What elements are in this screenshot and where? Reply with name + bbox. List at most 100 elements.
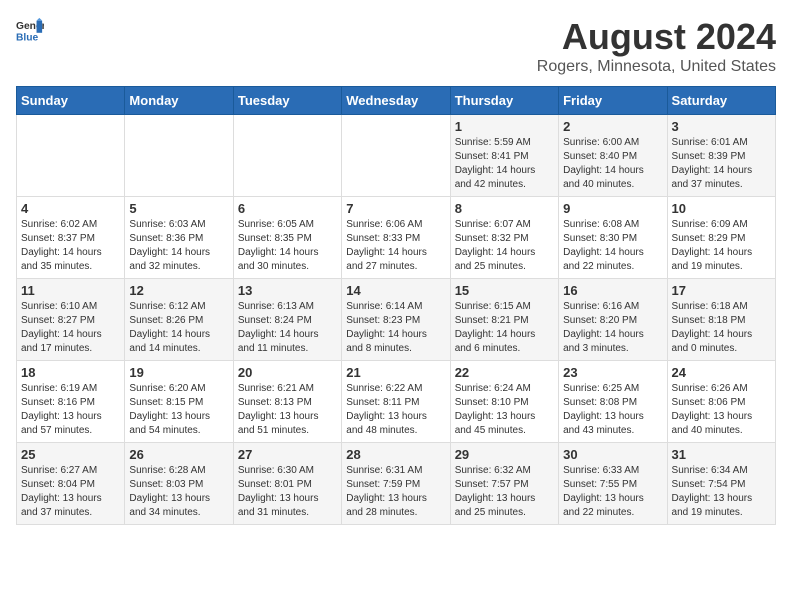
day-info: Sunrise: 6:00 AM Sunset: 8:40 PM Dayligh… xyxy=(563,136,662,192)
day-info: Sunrise: 6:03 AM Sunset: 8:36 PM Dayligh… xyxy=(129,218,228,274)
logo-icon: General Blue xyxy=(16,16,44,44)
day-number: 5 xyxy=(129,201,228,216)
header-tuesday: Tuesday xyxy=(233,87,341,115)
day-info: Sunrise: 6:10 AM Sunset: 8:27 PM Dayligh… xyxy=(21,300,120,356)
day-number: 17 xyxy=(672,283,771,298)
svg-text:Blue: Blue xyxy=(16,32,39,43)
day-info: Sunrise: 6:14 AM Sunset: 8:23 PM Dayligh… xyxy=(346,300,445,356)
calendar-cell: 19 Sunrise: 6:20 AM Sunset: 8:15 PM Dayli… xyxy=(125,361,233,443)
day-number: 31 xyxy=(672,447,771,462)
header-sunday: Sunday xyxy=(17,87,125,115)
calendar-week-row: 18Sunrise: 6:19 AM Sunset: 8:16 PM Dayli… xyxy=(17,361,776,443)
day-info: Sunrise: 6:06 AM Sunset: 8:33 PM Dayligh… xyxy=(346,218,445,274)
calendar-cell: 26 Sunrise: 6:28 AM Sunset: 8:03 PM Dayli… xyxy=(125,443,233,525)
calendar-cell: 22 Sunrise: 6:24 AM Sunset: 8:10 PM Dayli… xyxy=(450,361,558,443)
calendar-cell: 8Sunrise: 6:07 AM Sunset: 8:32 PM Daylig… xyxy=(450,197,558,279)
day-number: 16 xyxy=(563,283,662,298)
day-info: Sunrise: 6:22 AM Sunset: 8:11 PM Dayligh… xyxy=(346,382,445,438)
calendar-cell: 12 Sunrise: 6:12 AM Sunset: 8:26 PM Dayli… xyxy=(125,279,233,361)
day-number: 27 xyxy=(238,447,337,462)
day-number: 26 xyxy=(129,447,228,462)
calendar-cell xyxy=(125,115,233,197)
day-number: 9 xyxy=(563,201,662,216)
calendar-cell: 21 Sunrise: 6:22 AM Sunset: 8:11 PM Dayli… xyxy=(342,361,450,443)
day-info: Sunrise: 6:01 AM Sunset: 8:39 PM Dayligh… xyxy=(672,136,771,192)
calendar-cell: 7 Sunrise: 6:06 AM Sunset: 8:33 PM Daylig… xyxy=(342,197,450,279)
day-info: Sunrise: 6:08 AM Sunset: 8:30 PM Dayligh… xyxy=(563,218,662,274)
calendar-cell: 10Sunrise: 6:09 AM Sunset: 8:29 PM Dayli… xyxy=(667,197,775,279)
calendar-cell: 29 Sunrise: 6:32 AM Sunset: 7:57 PM Dayli… xyxy=(450,443,558,525)
header-monday: Monday xyxy=(125,87,233,115)
calendar-cell: 16 Sunrise: 6:16 AM Sunset: 8:20 PM Dayli… xyxy=(559,279,667,361)
calendar-cell: 14 Sunrise: 6:14 AM Sunset: 8:23 PM Dayli… xyxy=(342,279,450,361)
day-info: Sunrise: 5:59 AM Sunset: 8:41 PM Dayligh… xyxy=(455,136,554,192)
day-info: Sunrise: 6:15 AM Sunset: 8:21 PM Dayligh… xyxy=(455,300,554,356)
logo: General Blue xyxy=(16,16,44,44)
calendar-table: SundayMondayTuesdayWednesdayThursdayFrid… xyxy=(16,86,776,525)
day-number: 13 xyxy=(238,283,337,298)
header-wednesday: Wednesday xyxy=(342,87,450,115)
calendar-cell: 28 Sunrise: 6:31 AM Sunset: 7:59 PM Dayli… xyxy=(342,443,450,525)
calendar-cell: 17 Sunrise: 6:18 AM Sunset: 8:18 PM Dayli… xyxy=(667,279,775,361)
day-info: Sunrise: 6:28 AM Sunset: 8:03 PM Dayligh… xyxy=(129,464,228,520)
day-info: Sunrise: 6:30 AM Sunset: 8:01 PM Dayligh… xyxy=(238,464,337,520)
day-number: 15 xyxy=(455,283,554,298)
day-info: Sunrise: 6:13 AM Sunset: 8:24 PM Dayligh… xyxy=(238,300,337,356)
calendar-cell: 9 Sunrise: 6:08 AM Sunset: 8:30 PM Daylig… xyxy=(559,197,667,279)
day-number: 8 xyxy=(455,201,554,216)
calendar-cell: 4 Sunrise: 6:02 AM Sunset: 8:37 PM Daylig… xyxy=(17,197,125,279)
calendar-cell: 1 Sunrise: 5:59 AM Sunset: 8:41 PM Daylig… xyxy=(450,115,558,197)
calendar-cell: 11 Sunrise: 6:10 AM Sunset: 8:27 PM Dayli… xyxy=(17,279,125,361)
calendar-cell: 5 Sunrise: 6:03 AM Sunset: 8:36 PM Daylig… xyxy=(125,197,233,279)
calendar-cell: 25Sunrise: 6:27 AM Sunset: 8:04 PM Dayli… xyxy=(17,443,125,525)
day-number: 12 xyxy=(129,283,228,298)
day-info: Sunrise: 6:34 AM Sunset: 7:54 PM Dayligh… xyxy=(672,464,771,520)
day-number: 24 xyxy=(672,365,771,380)
calendar-cell: 2Sunrise: 6:00 AM Sunset: 8:40 PM Daylig… xyxy=(559,115,667,197)
day-info: Sunrise: 6:12 AM Sunset: 8:26 PM Dayligh… xyxy=(129,300,228,356)
calendar-cell xyxy=(233,115,341,197)
day-number: 14 xyxy=(346,283,445,298)
day-number: 25 xyxy=(21,447,120,462)
day-info: Sunrise: 6:31 AM Sunset: 7:59 PM Dayligh… xyxy=(346,464,445,520)
calendar-cell: 6Sunrise: 6:05 AM Sunset: 8:35 PM Daylig… xyxy=(233,197,341,279)
day-info: Sunrise: 6:26 AM Sunset: 8:06 PM Dayligh… xyxy=(672,382,771,438)
day-info: Sunrise: 6:24 AM Sunset: 8:10 PM Dayligh… xyxy=(455,382,554,438)
day-info: Sunrise: 6:21 AM Sunset: 8:13 PM Dayligh… xyxy=(238,382,337,438)
calendar-cell xyxy=(17,115,125,197)
day-number: 22 xyxy=(455,365,554,380)
calendar-cell: 13 Sunrise: 6:13 AM Sunset: 8:24 PM Dayli… xyxy=(233,279,341,361)
day-info: Sunrise: 6:16 AM Sunset: 8:20 PM Dayligh… xyxy=(563,300,662,356)
day-number: 6 xyxy=(238,201,337,216)
calendar-cell: 18Sunrise: 6:19 AM Sunset: 8:16 PM Dayli… xyxy=(17,361,125,443)
day-info: Sunrise: 6:32 AM Sunset: 7:57 PM Dayligh… xyxy=(455,464,554,520)
day-info: Sunrise: 6:20 AM Sunset: 8:15 PM Dayligh… xyxy=(129,382,228,438)
main-title: August 2024 xyxy=(537,16,776,58)
calendar-header-row: SundayMondayTuesdayWednesdayThursdayFrid… xyxy=(17,87,776,115)
calendar-cell xyxy=(342,115,450,197)
day-info: Sunrise: 6:09 AM Sunset: 8:29 PM Dayligh… xyxy=(672,218,771,274)
day-info: Sunrise: 6:18 AM Sunset: 8:18 PM Dayligh… xyxy=(672,300,771,356)
day-number: 7 xyxy=(346,201,445,216)
day-number: 4 xyxy=(21,201,120,216)
day-number: 11 xyxy=(21,283,120,298)
calendar-week-row: 1 Sunrise: 5:59 AM Sunset: 8:41 PM Daylig… xyxy=(17,115,776,197)
calendar-week-row: 4 Sunrise: 6:02 AM Sunset: 8:37 PM Daylig… xyxy=(17,197,776,279)
calendar-cell: 27 Sunrise: 6:30 AM Sunset: 8:01 PM Dayli… xyxy=(233,443,341,525)
day-number: 18 xyxy=(21,365,120,380)
day-info: Sunrise: 6:33 AM Sunset: 7:55 PM Dayligh… xyxy=(563,464,662,520)
day-number: 23 xyxy=(563,365,662,380)
header-thursday: Thursday xyxy=(450,87,558,115)
title-area: August 2024 Rogers, Minnesota, United St… xyxy=(537,16,776,76)
day-number: 1 xyxy=(455,119,554,134)
day-info: Sunrise: 6:02 AM Sunset: 8:37 PM Dayligh… xyxy=(21,218,120,274)
day-number: 21 xyxy=(346,365,445,380)
day-number: 28 xyxy=(346,447,445,462)
day-number: 30 xyxy=(563,447,662,462)
calendar-week-row: 25Sunrise: 6:27 AM Sunset: 8:04 PM Dayli… xyxy=(17,443,776,525)
day-number: 20 xyxy=(238,365,337,380)
day-number: 19 xyxy=(129,365,228,380)
day-number: 29 xyxy=(455,447,554,462)
calendar-cell: 31 Sunrise: 6:34 AM Sunset: 7:54 PM Dayli… xyxy=(667,443,775,525)
subtitle: Rogers, Minnesota, United States xyxy=(537,58,776,76)
